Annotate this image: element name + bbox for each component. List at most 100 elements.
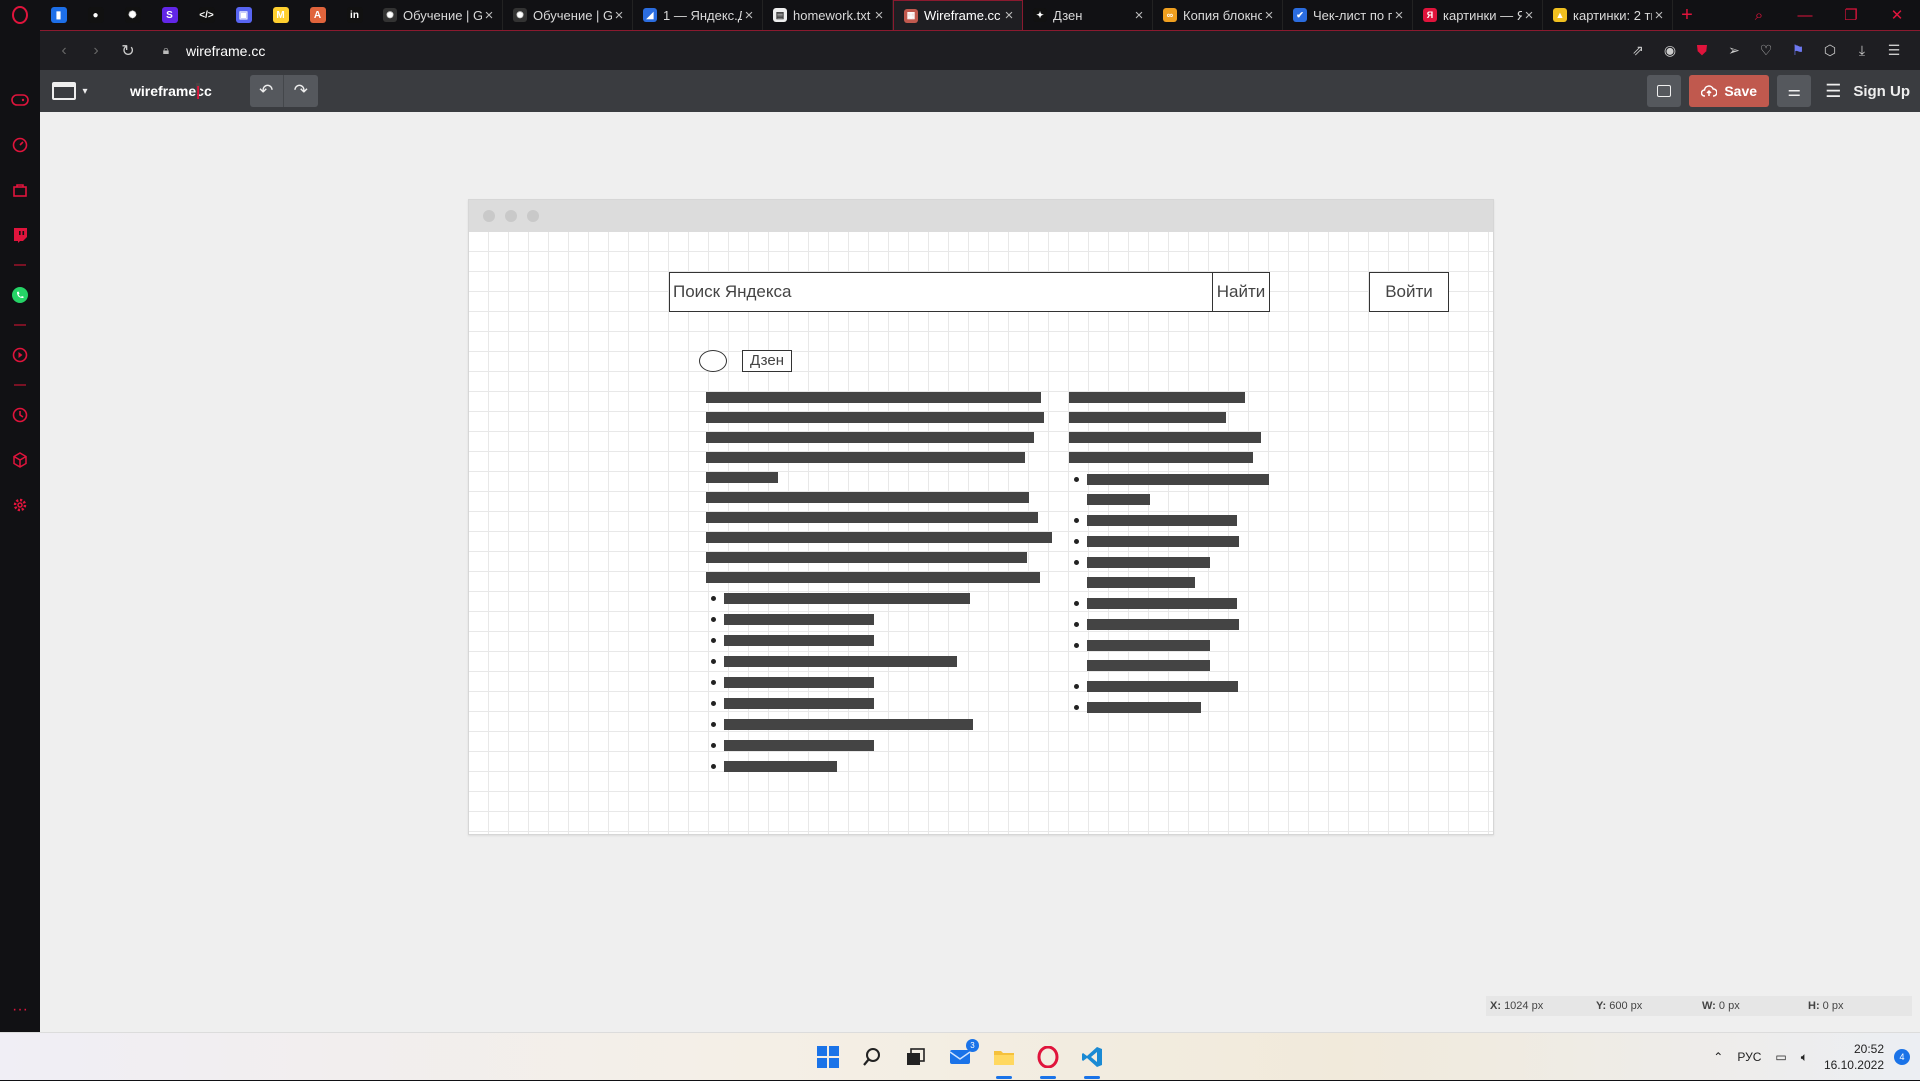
list-item-bar[interactable] bbox=[724, 719, 973, 730]
settings-sliders-button[interactable]: ⚌ bbox=[1777, 75, 1812, 107]
snapshot-camera-icon[interactable]: ◉ bbox=[1654, 42, 1686, 59]
editor-canvas[interactable]: Поиск Яндекса Найти Войти Дзен X: 1024 p… bbox=[40, 112, 1920, 1032]
tab-close-icon[interactable]: × bbox=[482, 7, 496, 24]
tab-close-icon[interactable]: × bbox=[1652, 7, 1666, 24]
restore-icon[interactable]: ❐ bbox=[1828, 0, 1874, 30]
clock[interactable]: 20:52 16.10.2022 bbox=[1824, 1041, 1884, 1073]
tab-close-icon[interactable]: × bbox=[1392, 7, 1406, 24]
text-placeholder-bar[interactable] bbox=[1069, 432, 1261, 443]
text-placeholder-bar[interactable] bbox=[1069, 392, 1245, 403]
text-placeholder-bar[interactable] bbox=[706, 512, 1038, 523]
downloads-icon[interactable]: ⤓ bbox=[1846, 42, 1878, 59]
wireframe-grid[interactable]: Поиск Яндекса Найти Войти Дзен bbox=[469, 232, 1493, 834]
list-item-bar[interactable] bbox=[1087, 536, 1239, 547]
pinned-tab-devtools[interactable]: </> bbox=[188, 0, 225, 30]
list-item-bar[interactable] bbox=[1087, 640, 1210, 651]
wireframe-browser-frame[interactable]: Поиск Яндекса Найти Войти Дзен bbox=[468, 199, 1494, 835]
list-item-bar[interactable] bbox=[1087, 702, 1201, 713]
text-placeholder-bar[interactable] bbox=[706, 472, 778, 483]
text-placeholder-bar[interactable] bbox=[706, 492, 1029, 503]
wireframe-search-input[interactable]: Поиск Яндекса bbox=[669, 272, 1213, 312]
sign-up-link[interactable]: Sign Up bbox=[1853, 83, 1910, 100]
list-item-bar[interactable] bbox=[1087, 598, 1237, 609]
redo-button[interactable]: ↷ bbox=[283, 75, 318, 107]
opera-menu-icon[interactable] bbox=[0, 0, 40, 30]
history-clock-icon[interactable] bbox=[0, 400, 40, 430]
browser-tab[interactable]: ✦ Дзен × bbox=[1023, 0, 1153, 30]
pinned-tab-miro[interactable]: M bbox=[262, 0, 299, 30]
list-item-bar[interactable] bbox=[1087, 494, 1150, 505]
search-tabs-icon[interactable]: ⌕ bbox=[1736, 0, 1782, 30]
list-item-bar[interactable] bbox=[1087, 557, 1210, 568]
wireframe-dzen-label[interactable]: Дзен bbox=[742, 350, 792, 372]
list-item-bar[interactable] bbox=[1087, 681, 1238, 692]
text-placeholder-bar[interactable] bbox=[1069, 452, 1253, 463]
text-placeholder-bar[interactable] bbox=[706, 412, 1044, 423]
volume-icon[interactable]: 🔈︎ bbox=[1801, 1050, 1808, 1065]
list-item-bar[interactable] bbox=[724, 635, 874, 646]
share-icon[interactable]: ⇗ bbox=[1622, 42, 1654, 59]
undo-button[interactable]: ↶ bbox=[249, 75, 284, 107]
text-placeholder-bar[interactable] bbox=[1069, 412, 1226, 423]
input-language[interactable]: РУС bbox=[1737, 1050, 1761, 1064]
pinned-tab-github[interactable]: ● bbox=[77, 0, 114, 30]
more-dots-icon[interactable]: ··· bbox=[0, 995, 40, 1025]
settings-gear-icon[interactable] bbox=[0, 490, 40, 520]
bookmark-heart-icon[interactable]: ♡ bbox=[1750, 42, 1782, 59]
comment-button[interactable] bbox=[1647, 75, 1682, 107]
network-icon[interactable]: ▭ bbox=[1775, 1050, 1786, 1064]
shop-bag-icon[interactable] bbox=[0, 175, 40, 205]
list-item-bar[interactable] bbox=[724, 677, 874, 688]
search-icon[interactable] bbox=[856, 1041, 888, 1073]
pinned-tab-figma-like[interactable]: A bbox=[299, 0, 336, 30]
tab-close-icon[interactable]: × bbox=[742, 7, 756, 24]
hamburger-menu-icon[interactable]: ☰ bbox=[1825, 81, 1841, 102]
list-item-bar[interactable] bbox=[1087, 660, 1210, 671]
notification-badge[interactable]: 4 bbox=[1894, 1049, 1910, 1065]
close-window-icon[interactable]: ✕ bbox=[1874, 0, 1920, 30]
reload-icon[interactable]: ↻ bbox=[112, 41, 144, 61]
browser-tab[interactable]: ▦ Wireframe.cc × bbox=[893, 0, 1023, 30]
text-placeholder-bar[interactable] bbox=[706, 452, 1025, 463]
adblock-shield-icon[interactable]: ⛊ bbox=[1686, 42, 1718, 59]
tab-close-icon[interactable]: × bbox=[1002, 7, 1016, 24]
list-item-bar[interactable] bbox=[724, 698, 874, 709]
forward-icon[interactable]: › bbox=[80, 42, 112, 60]
browser-tab[interactable]: ✺ Обучение | Go × bbox=[503, 0, 633, 30]
extension-flag-icon[interactable]: ⚑ bbox=[1782, 42, 1814, 59]
file-explorer-icon[interactable] bbox=[988, 1041, 1020, 1079]
browser-tab[interactable]: ✺ Обучение | Go × bbox=[373, 0, 503, 30]
speedometer-icon[interactable] bbox=[0, 130, 40, 160]
tab-close-icon[interactable]: × bbox=[1522, 7, 1536, 24]
browser-tab[interactable]: ▤ homework.txt × bbox=[763, 0, 893, 30]
browser-tab[interactable]: ∞ Копия блокнот × bbox=[1153, 0, 1283, 30]
easy-setup-icon[interactable]: ☰ bbox=[1878, 42, 1910, 59]
list-item-bar[interactable] bbox=[724, 614, 874, 625]
browser-tab[interactable]: ◢ 1 — Яндекс.Ди× bbox=[633, 0, 763, 30]
tab-close-icon[interactable]: × bbox=[1262, 7, 1276, 24]
text-placeholder-bar[interactable] bbox=[706, 552, 1027, 563]
list-item-bar[interactable] bbox=[724, 593, 970, 604]
pinned-tab-trello[interactable]: ▮ bbox=[40, 0, 77, 30]
tab-close-icon[interactable]: × bbox=[612, 7, 626, 24]
pinned-tab-invision[interactable]: in bbox=[336, 0, 373, 30]
vscode-icon[interactable] bbox=[1076, 1041, 1108, 1079]
send-icon[interactable]: ➢ bbox=[1718, 42, 1750, 59]
list-item-bar[interactable] bbox=[724, 740, 874, 751]
player-icon[interactable] bbox=[0, 340, 40, 370]
text-placeholder-bar[interactable] bbox=[706, 532, 1052, 543]
start-button[interactable] bbox=[812, 1041, 844, 1073]
save-button[interactable]: Save bbox=[1689, 75, 1770, 107]
list-item-bar[interactable] bbox=[724, 656, 957, 667]
pinned-tab-skillbox[interactable]: S bbox=[151, 0, 188, 30]
minimize-icon[interactable]: — bbox=[1782, 0, 1828, 30]
list-item-bar[interactable] bbox=[1087, 619, 1239, 630]
wireframe-search-button[interactable]: Найти bbox=[1212, 272, 1270, 312]
pinned-tab-messenger[interactable]: ▣ bbox=[225, 0, 262, 30]
task-view-icon[interactable] bbox=[900, 1041, 932, 1073]
back-icon[interactable]: ‹ bbox=[48, 42, 80, 60]
text-placeholder-bar[interactable] bbox=[706, 432, 1034, 443]
lock-icon[interactable]: 🔒︎ bbox=[156, 43, 176, 58]
tab-close-icon[interactable]: × bbox=[872, 7, 886, 24]
extensions-cube-icon[interactable] bbox=[0, 445, 40, 475]
